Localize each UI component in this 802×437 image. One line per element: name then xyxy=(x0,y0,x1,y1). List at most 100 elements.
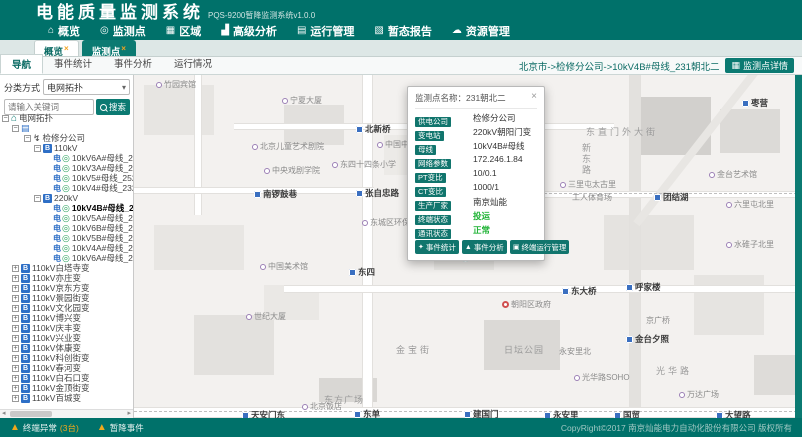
menu-resource-management[interactable]: ☁资源管理 xyxy=(452,23,510,39)
tree-node[interactable]: 电◎10kV4#母线_232 120 xyxy=(0,183,133,193)
tree-node-label: 110kV景园街变 xyxy=(32,293,89,303)
close-icon[interactable]: × xyxy=(531,91,537,102)
navtab-event-statistics[interactable]: 事件统计 xyxy=(43,54,103,74)
statusbar-sag-event[interactable]: ▲暂降事件 xyxy=(97,422,144,434)
tree-node[interactable]: +B110kV庆丰变 xyxy=(0,323,133,333)
tree-node[interactable]: −↯检修分公司 xyxy=(0,133,133,143)
map-canvas[interactable]: 竹园宾馆宁夏大厦北新桥枣营北京儿童艺术剧院中国中医科学院东直门外大街东四十四条小… xyxy=(134,75,802,418)
popup-title: 监测点名称：231朝北二 × xyxy=(415,92,537,109)
alert-label: 终端异常 xyxy=(23,422,57,434)
tree-node[interactable]: +B110kV科创街变 xyxy=(0,353,133,363)
tree-node[interactable]: +B110kV白石口变 xyxy=(0,373,133,383)
metro-station-icon xyxy=(654,194,661,201)
scrollbar-thumb[interactable] xyxy=(10,411,52,417)
tree-node[interactable]: 电◎10kV6B#母线_291朝北 xyxy=(0,223,133,233)
tree-node[interactable]: 电◎10kV4A#母线_222美 xyxy=(0,243,133,253)
collapsed-panel-strip[interactable] xyxy=(795,75,802,418)
menu-label: 高级分析 xyxy=(233,23,277,39)
tree-node[interactable]: 电◎10kV4B#母线_231朝北二 xyxy=(0,203,133,213)
navtab-navigation[interactable]: 导航 xyxy=(0,54,43,74)
menu-region[interactable]: ▦区域 xyxy=(166,23,201,39)
app-window: 电能质量监测系统 PQS-9200暂降监测系统v1.0.0 ⌂概览◎监测点▦区域… xyxy=(0,0,802,437)
menu-operation-management[interactable]: ▤运行管理 xyxy=(297,23,354,39)
tree-node[interactable]: 电◎10kV5#母线_252 120 xyxy=(0,173,133,183)
expand-icon[interactable]: + xyxy=(12,275,19,282)
tree-node[interactable]: 电◎10kV5A#母线_242外交 xyxy=(0,213,133,223)
expand-icon[interactable]: + xyxy=(12,395,19,402)
field-value: 10/0.1 xyxy=(473,168,497,178)
tree-node[interactable]: 电◎10kV6A#母线_270中办 xyxy=(0,153,133,163)
expand-icon[interactable]: + xyxy=(12,325,19,332)
tab-close-icon[interactable]: × xyxy=(64,44,69,53)
expand-icon[interactable]: + xyxy=(12,355,19,362)
poi-icon xyxy=(560,182,566,188)
tree-node[interactable]: +B110kV体康变 xyxy=(0,343,133,353)
tree-node-label: 110kV xyxy=(54,143,77,153)
tree-node[interactable]: 电◎10kV3A#母线_215中办 xyxy=(0,163,133,173)
terminal-operation-management-button[interactable]: ▣终端运行管理 xyxy=(510,240,570,254)
tree-node[interactable]: 电◎10kV5B#母线_261美 xyxy=(0,233,133,243)
poi-icon xyxy=(574,375,580,381)
copyright-text: CopyRight©2017 南京灿能电力自动化股份有限公司 版权所有 xyxy=(561,422,792,434)
scroll-right-icon[interactable]: ▸ xyxy=(127,410,131,418)
region-icon: ▦ xyxy=(166,26,175,36)
menu-advanced-analysis[interactable]: ▟高级分析 xyxy=(221,23,277,39)
collapse-icon[interactable]: − xyxy=(12,125,19,132)
tree-node[interactable]: +B110kV百城变 xyxy=(0,393,133,403)
expand-icon[interactable]: + xyxy=(12,365,19,372)
tree-node[interactable]: 电◎10kV6A#母线_272建外 xyxy=(0,253,133,263)
map-label: 中国美术馆 xyxy=(260,261,308,272)
tree-node[interactable]: +B110kV文化园变 xyxy=(0,303,133,313)
menu-transient-report[interactable]: ▧暂态报告 xyxy=(374,23,431,39)
tree-node[interactable]: −B220kV xyxy=(0,193,133,203)
expand-icon[interactable]: + xyxy=(12,315,19,322)
tree-node[interactable]: −B110kV xyxy=(0,143,133,153)
map-label: 竹园宾馆 xyxy=(156,79,196,90)
tree-node[interactable]: +B110kV白塔寺变 xyxy=(0,263,133,273)
tree-node-label: 110kV京东方变 xyxy=(32,283,89,293)
warning-triangle-icon: ▲ xyxy=(97,423,107,433)
scroll-left-icon[interactable]: ◂ xyxy=(2,410,6,418)
expand-icon[interactable]: + xyxy=(12,335,19,342)
collapse-icon[interactable]: − xyxy=(34,145,41,152)
horizontal-scrollbar[interactable]: ◂ ▸ xyxy=(0,409,133,418)
tree-node-label: 110kV白塔寺变 xyxy=(32,263,89,273)
menu-overview[interactable]: ⌂概览 xyxy=(48,23,80,39)
expand-icon[interactable]: + xyxy=(12,285,19,292)
tree-node[interactable]: +B110kV亦庄变 xyxy=(0,273,133,283)
expand-icon[interactable]: + xyxy=(12,295,19,302)
map-label-text: 北京饭店 xyxy=(310,401,342,412)
menu-monitor-point[interactable]: ◎监测点 xyxy=(100,23,146,39)
expand-icon[interactable]: + xyxy=(12,385,19,392)
tree-node[interactable]: −⌂电网拓扑 xyxy=(0,113,133,123)
expand-icon[interactable]: + xyxy=(12,375,19,382)
event-analysis-button[interactable]: ▲事件分析 xyxy=(462,240,507,254)
expand-icon[interactable]: + xyxy=(12,345,19,352)
tab-close-icon[interactable]: × xyxy=(121,44,126,53)
tree-node[interactable]: −▤ xyxy=(0,123,133,133)
collapse-icon[interactable]: − xyxy=(24,135,31,142)
statusbar-terminal-abnormal[interactable]: ▲终端异常(3台) xyxy=(10,422,79,434)
expand-icon[interactable]: + xyxy=(12,305,19,312)
tree-node[interactable]: +B110kV京东方变 xyxy=(0,283,133,293)
popup-field-row: 生产厂家南京灿能 xyxy=(415,195,537,207)
tree-node[interactable]: +B110kV博兴变 xyxy=(0,313,133,323)
tree-node[interactable]: +B110kV金顶街变 xyxy=(0,383,133,393)
tree-node-label: 220kV xyxy=(54,193,78,203)
tree-node-label: 10kV3A#母线_215中办 xyxy=(72,163,133,173)
navtab-event-analysis[interactable]: 事件分析 xyxy=(103,54,163,74)
tree-node[interactable]: +B110kV兴业变 xyxy=(0,333,133,343)
classify-select[interactable]: 电网拓扑 ▾ xyxy=(43,79,130,95)
collapse-icon[interactable]: − xyxy=(2,115,9,122)
event-statistics-button[interactable]: ✦事件统计 xyxy=(415,240,459,254)
field-value: 检修分公司 xyxy=(473,112,516,124)
navtab-operation-status[interactable]: 运行情况 xyxy=(163,54,223,74)
map-label-text: 京广桥 xyxy=(646,315,670,326)
map-label: 大望路 xyxy=(716,409,751,418)
monitor-point-detail-button[interactable]: ▦ 监测点详情 xyxy=(725,58,794,73)
collapse-icon[interactable]: − xyxy=(34,195,41,202)
tree-node[interactable]: +B110kV春河变 xyxy=(0,363,133,373)
menu-label: 运行管理 xyxy=(310,23,354,39)
expand-icon[interactable]: + xyxy=(12,265,19,272)
tree-node[interactable]: +B110kV景园街变 xyxy=(0,293,133,303)
